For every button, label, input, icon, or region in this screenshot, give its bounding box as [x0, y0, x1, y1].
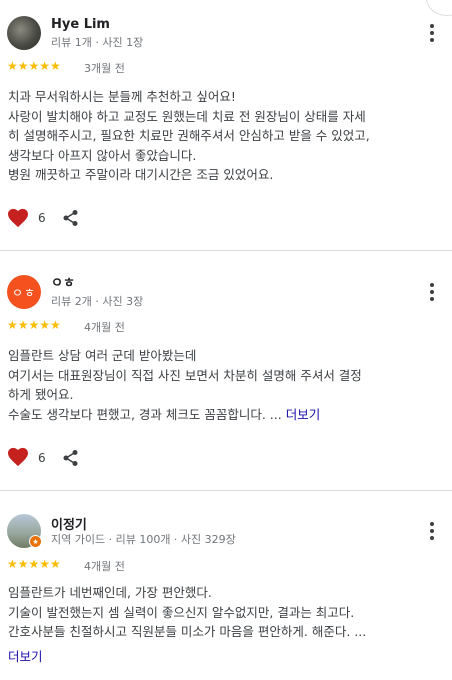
review-line: 병원 깨끗하고 주말이라 대기시간은 조금 있었어요. [8, 167, 274, 182]
share-icon[interactable] [62, 449, 80, 467]
review-text: 임플란트 상담 여러 군데 받아봤는데 여기서는 대표원장님이 직접 사진 보면… [8, 346, 444, 424]
local-guide-star-icon: ★ [29, 535, 42, 548]
more-options-icon[interactable] [426, 23, 438, 43]
review-divider [0, 250, 452, 251]
review-date: 4개월 전 [84, 560, 125, 573]
review-line: 여기서는 대표원장님이 직접 사진 보면서 차분히 설명해 주셔서 결정 [8, 367, 362, 383]
read-more-link[interactable]: 더보기 [8, 646, 43, 665]
star-rating: ★★★★★ [7, 318, 61, 332]
review-line: 임플란트가 네번째인데, 가장 편안했다. [8, 585, 212, 600]
review-line-text: 수술도 생각보다 편했고, 경과 체크도 꼼꼼합니다. ... [8, 406, 282, 422]
reviewer-meta: 리뷰 1개 · 사진 1장 [51, 36, 144, 49]
review-line: 히 설명해주시고, 필요한 치료만 권해주셔서 안심하고 받을 수 있었고, [8, 128, 370, 143]
star-rating: ★★★★★ [7, 59, 61, 73]
review-text: 치과 무서워하시는 분들께 추천하고 싶어요! 사랑이 발치해야 하고 교정도 … [8, 87, 444, 185]
read-more-link[interactable]: 더보기 [286, 407, 321, 422]
review-line: 하게 됐어요. [8, 387, 74, 402]
review-line: 생각보다 아프지 않아서 좋았습니다. [8, 147, 197, 163]
review-text: 임플란트가 네번째인데, 가장 편안했다. 기술이 발전했는지 셈 실력이 좋으… [8, 583, 444, 642]
reviewer-name[interactable]: Hye Lim [51, 17, 110, 32]
review-date: 4개월 전 [84, 321, 125, 334]
review-line: 간호사분들 친절하시고 직원분들 미소가 마음을 편안하게. 해준다. ... [8, 624, 367, 639]
review-line: 임플란트 상담 여러 군데 받아봤는데 [8, 348, 197, 363]
reviewer-meta: 리뷰 2개 · 사진 3장 [51, 295, 144, 308]
star-rating: ★★★★★ [7, 557, 61, 571]
review-line: 치과 무서워하시는 분들께 추천하고 싶어요! [8, 89, 236, 104]
reviewer-avatar[interactable]: ㅇㅎ [7, 275, 41, 309]
reviewer-avatar[interactable] [7, 16, 41, 50]
reviewer-meta: 지역 가이드 · 리뷰 100개 · 사진 329장 [51, 533, 236, 546]
review-divider [0, 490, 452, 491]
like-count: 6 [38, 451, 46, 465]
more-options-icon[interactable] [426, 521, 438, 541]
share-icon[interactable] [62, 209, 80, 227]
heart-icon[interactable] [7, 447, 29, 467]
review-line: 수술도 생각보다 편했고, 경과 체크도 꼼꼼합니다. ... 더보기 [8, 405, 444, 425]
more-options-icon[interactable] [426, 282, 438, 302]
heart-icon[interactable] [7, 208, 29, 228]
reviewer-name[interactable]: ㅇㅎ [51, 272, 75, 291]
review-date: 3개월 전 [84, 62, 125, 75]
review-line: 기술이 발전했는지 셈 실력이 좋으신지 알수없지만, 결과는 최고다. [8, 604, 355, 620]
top-right-button-edge [426, 0, 452, 16]
like-count: 6 [38, 211, 46, 225]
review-line: 사랑이 발치해야 하고 교정도 원했는데 치료 전 원장님이 상태를 자세 [8, 108, 366, 124]
